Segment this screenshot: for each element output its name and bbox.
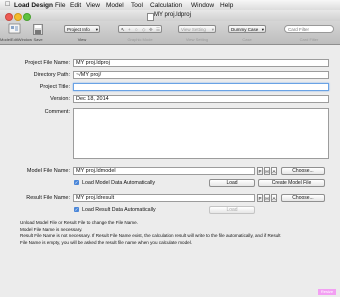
menu-app-name[interactable]: Load Design [14, 2, 53, 9]
help-note-4: File Name is empty, you will be asked th… [20, 239, 193, 245]
model-file-field[interactable]: MY proj.ldmodel [73, 167, 255, 175]
model-choose-button[interactable]: Choose... [281, 167, 325, 175]
help-note-1: Unload Model File or Result File to chan… [20, 220, 138, 225]
toolbar: ModelEditWindow Save Project Info ▾ View… [0, 21, 340, 45]
comment-label: Comment: [44, 109, 70, 115]
minimize-window-icon[interactable] [14, 12, 22, 21]
graphic-mode-label: Graphic Mode [127, 37, 153, 42]
result-file-field[interactable]: MY proj.ldresult [73, 194, 255, 202]
model-h-button[interactable]: H [264, 167, 270, 175]
save-label: Save [33, 37, 43, 42]
result-choose-button[interactable]: Choose... [281, 194, 325, 202]
directory-field[interactable]: ~/MY proj/ [73, 71, 329, 79]
help-note-3: Result File Name is not necessary. If Re… [20, 233, 281, 238]
result-file-label: Result File Name: [26, 195, 70, 201]
mode-label: ModelEditWindow [0, 37, 33, 42]
menu-window[interactable]: Window [191, 2, 214, 9]
version-field[interactable]: Dec 18, 2014 [73, 95, 329, 103]
apple-icon[interactable]:  [5, 1, 10, 8]
connect-icon[interactable]: ◇ [142, 26, 145, 32]
project-title-label: Project Title: [39, 84, 70, 90]
view-select[interactable]: Project Info ▾ [64, 25, 100, 33]
view-setting-label: View Setting [185, 37, 209, 42]
menu-tool[interactable]: Tool [131, 2, 143, 9]
crosshair-icon[interactable]: + [128, 26, 131, 32]
node-icon[interactable]: ○ [135, 26, 138, 32]
directory-label: Directory Path: [33, 72, 70, 78]
card-filter-label: Card Filter [299, 37, 319, 42]
load-result-auto-checkbox[interactable]: ✓ [74, 207, 79, 212]
project-file-field[interactable]: MY proj.ldproj [73, 59, 329, 67]
model-p-button[interactable]: P [257, 167, 263, 175]
case-select[interactable]: Dummy Case ▾ [228, 25, 266, 33]
chevron-down-icon: ▾ [261, 27, 264, 32]
menu-view[interactable]: View [86, 2, 100, 9]
stack-icon[interactable]: ☰ [156, 26, 160, 32]
arrow-cursor-icon[interactable]: ↖ [121, 26, 125, 32]
card-filter-input[interactable] [284, 25, 334, 33]
chevron-down-icon: ▾ [211, 27, 214, 32]
menu-edit[interactable]: Edit [70, 2, 81, 9]
view-setting-value: View Setting [181, 27, 206, 32]
move-icon[interactable]: ✥ [149, 26, 153, 32]
close-window-icon[interactable] [5, 12, 13, 21]
menu-model[interactable]: Model [106, 2, 124, 9]
menu-calculation[interactable]: Calculation [150, 2, 182, 9]
save-icon[interactable] [33, 24, 43, 35]
load-model-auto-label: Load Model Data Automatically [82, 180, 156, 186]
project-info-panel: Project File Name: MY proj.ldproj Direct… [8, 52, 332, 288]
menu-file[interactable]: File [55, 2, 65, 9]
result-h-button[interactable]: H [264, 194, 270, 202]
result-a-button[interactable]: A [271, 194, 277, 202]
model-edit-window-icon[interactable] [8, 23, 21, 35]
version-label: Version: [50, 96, 70, 102]
model-a-button[interactable]: A [271, 167, 277, 175]
project-file-label: Project File Name: [24, 60, 70, 66]
load-result-button[interactable]: Load [209, 206, 255, 214]
view-setting-select[interactable]: View Setting ▾ [178, 25, 216, 33]
model-file-label: Model File Name: [26, 168, 70, 174]
view-select-value: Project Info [67, 27, 90, 32]
graphic-mode-segment[interactable]: ↖ + ○ ◇ ✥ ☰ [118, 25, 162, 33]
window-title: MY proj.ldproj [154, 12, 191, 18]
menu-help[interactable]: Help [220, 2, 233, 9]
load-model-auto-checkbox[interactable]: ✓ [74, 180, 79, 185]
zoom-window-icon[interactable] [23, 12, 31, 21]
status-badge: Resize [318, 289, 336, 295]
create-model-file-button[interactable]: Create Model File [258, 179, 325, 187]
load-result-auto-label: Load Result Data Automatically [82, 207, 156, 213]
document-icon [147, 12, 154, 21]
comment-textarea[interactable] [73, 108, 329, 159]
load-model-button[interactable]: Load [209, 179, 255, 187]
case-label: Case [242, 37, 252, 42]
view-label: View [77, 37, 87, 42]
project-title-field[interactable] [73, 83, 329, 91]
case-select-value: Dummy Case [231, 27, 259, 32]
chevron-down-icon: ▾ [95, 27, 98, 32]
result-p-button[interactable]: P [257, 194, 263, 202]
help-note-2: Model File Name is necessary. [20, 226, 83, 232]
